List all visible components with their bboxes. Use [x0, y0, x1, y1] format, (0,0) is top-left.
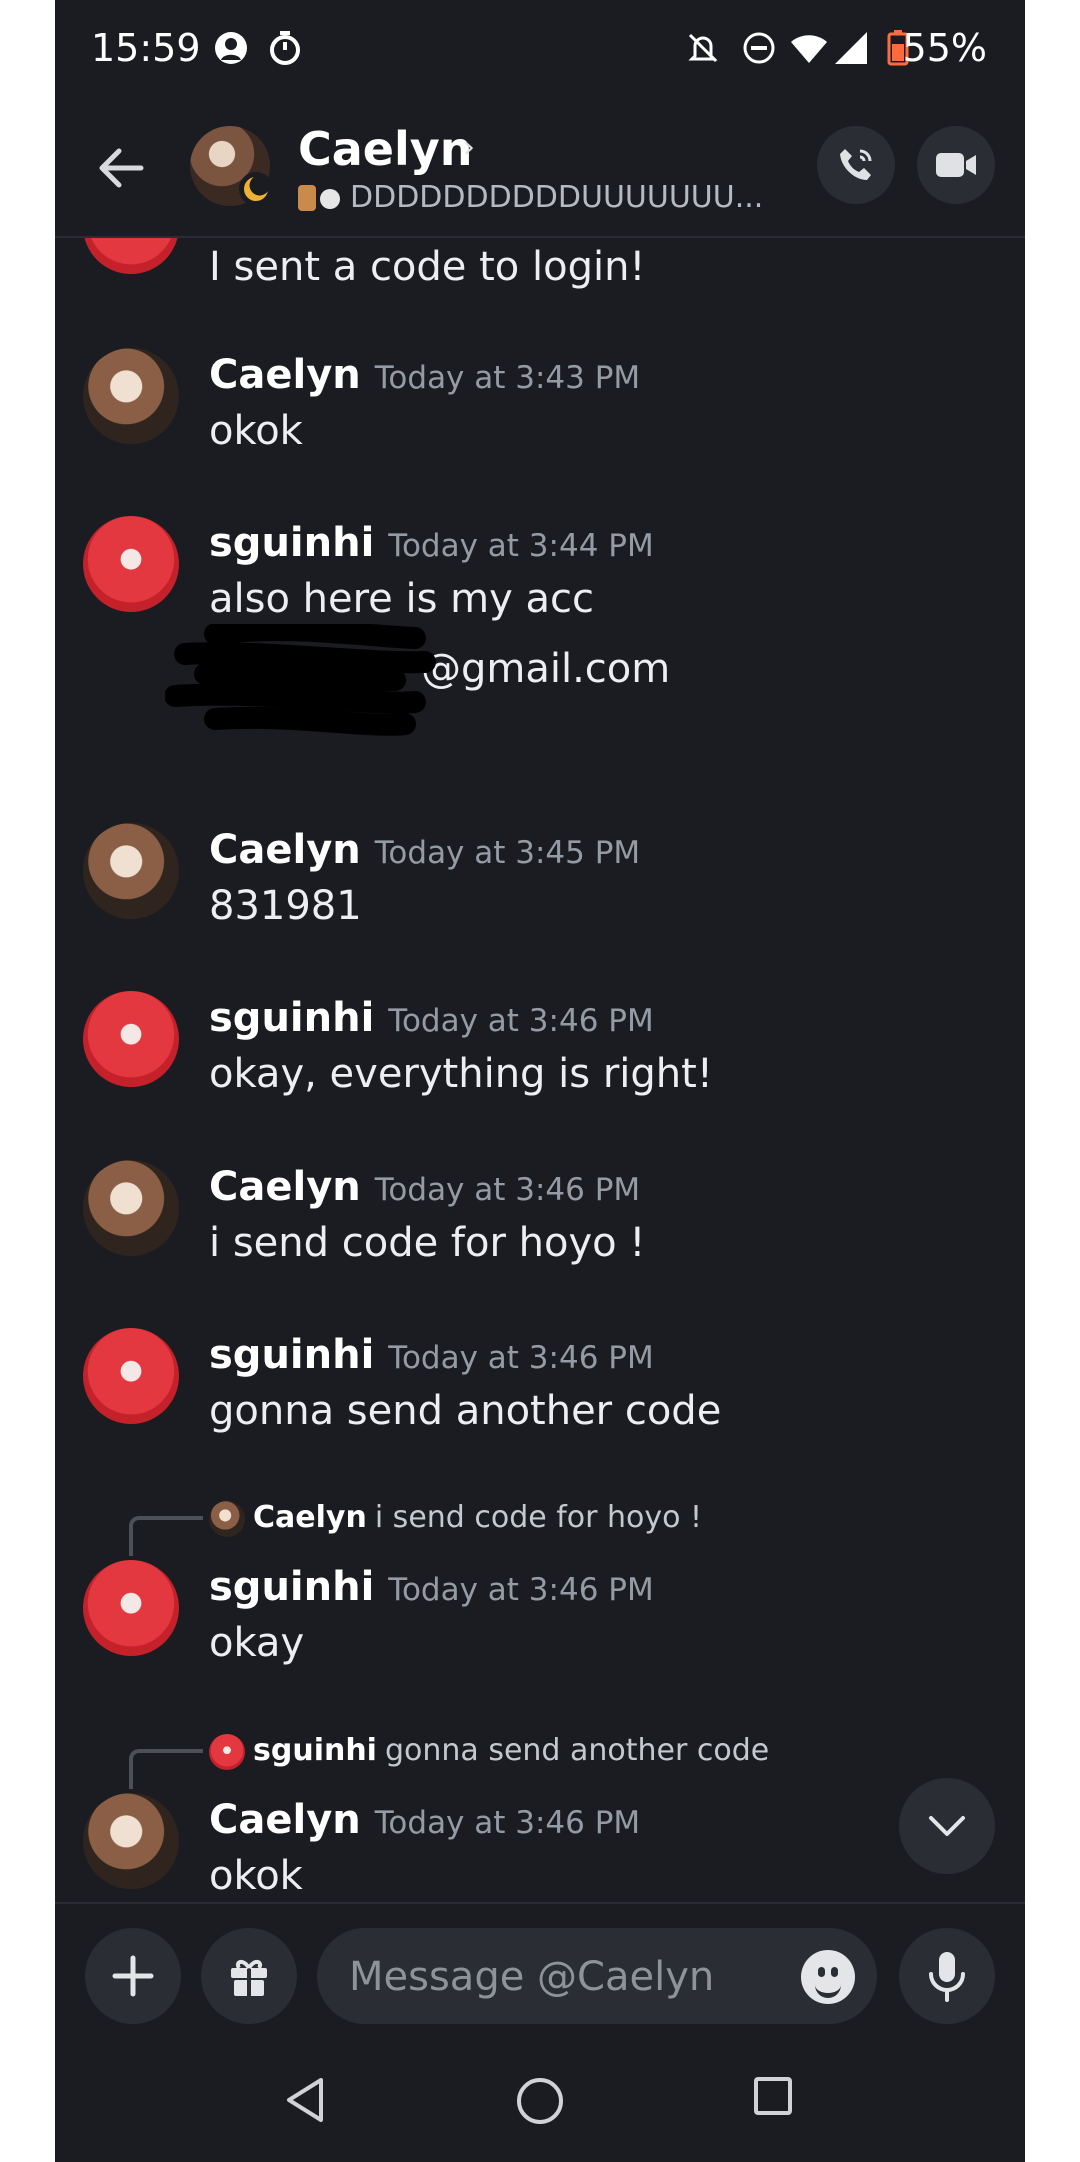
message-text: okay, everything is right!	[209, 1051, 713, 1097]
profile-status-icon	[215, 32, 247, 64]
message-list[interactable]: I sent a code to login! Caelyn Today at 3…	[55, 238, 1025, 1902]
app-screen: 15:59 55% Caelyn › DDDDDDDDDDUUUUUUU... …	[55, 0, 1025, 2162]
message-author[interactable]: sguinhi	[209, 995, 374, 1041]
message-author[interactable]: Caelyn	[209, 352, 361, 398]
back-arrow-icon[interactable]	[95, 142, 147, 194]
message-author[interactable]: Caelyn	[209, 1164, 361, 1210]
avatar[interactable]	[83, 516, 179, 612]
wifi-icon	[791, 35, 827, 63]
emoji-icon[interactable]	[801, 1950, 855, 2004]
idle-moon-icon	[239, 172, 273, 206]
message-timestamp: Today at 3:44 PM	[388, 528, 654, 564]
dm-username[interactable]: Caelyn	[298, 122, 473, 176]
chevron-right-icon[interactable]: ›	[463, 130, 475, 165]
reply-author: Caelyn	[253, 1500, 367, 1535]
avatar[interactable]	[83, 238, 179, 274]
message-text: okok	[209, 408, 303, 454]
status-time: 15:59	[91, 26, 201, 70]
message-timestamp: Today at 3:43 PM	[374, 360, 641, 396]
message-timestamp: Today at 3:46 PM	[388, 1572, 654, 1608]
message-timestamp: Today at 3:46 PM	[388, 1003, 654, 1039]
status-emoji-icon	[298, 185, 316, 211]
message-timestamp: Today at 3:46 PM	[374, 1805, 641, 1841]
reply-preview[interactable]: Caelyn i send code for hoyo !	[209, 1500, 702, 1537]
timer-icon	[270, 31, 300, 65]
message-text: okok	[209, 1853, 303, 1899]
reply-author: sguinhi	[253, 1733, 377, 1768]
avatar[interactable]	[83, 1793, 179, 1889]
avatar[interactable]	[83, 348, 179, 444]
cellular-signal-icon	[835, 32, 867, 64]
message-input[interactable]	[347, 1928, 771, 2026]
voice-message-button[interactable]	[899, 1928, 995, 2024]
avatar[interactable]	[83, 823, 179, 919]
message-text: also here is my acc	[209, 576, 595, 622]
message-text: 831981	[209, 883, 362, 929]
message-author[interactable]: Caelyn	[209, 1797, 361, 1843]
message-text: okay	[209, 1620, 305, 1666]
avatar[interactable]	[83, 1560, 179, 1656]
reply-preview[interactable]: sguinhi gonna send another code	[209, 1733, 769, 1770]
nav-back-icon[interactable]	[283, 2076, 327, 2124]
custom-status-text: DDDDDDDDDDUUUUUUU...	[350, 180, 764, 215]
reply-text: gonna send another code	[384, 1733, 770, 1768]
chevron-down-icon	[929, 1816, 965, 1836]
message-text: I sent a code to login!	[209, 244, 646, 290]
notifications-off-icon	[688, 33, 718, 63]
status-bar: 15:59 55%	[55, 0, 1025, 100]
avatar[interactable]	[83, 1328, 179, 1424]
microphone-icon	[929, 1952, 965, 2002]
reply-avatar	[209, 1501, 245, 1537]
message-text: gonna send another code	[209, 1388, 722, 1434]
gift-icon	[231, 1960, 267, 1996]
avatar[interactable]	[83, 1160, 179, 1256]
message-input-wrapper[interactable]	[317, 1928, 877, 2026]
message-timestamp: Today at 3:46 PM	[374, 1172, 641, 1208]
reply-connector	[129, 1516, 203, 1556]
chat-header: Caelyn › DDDDDDDDDDUUUUUUU...	[55, 100, 1025, 238]
avatar[interactable]	[83, 991, 179, 1087]
custom-status: DDDDDDDDDDUUUUUUU...	[298, 180, 763, 215]
message-author[interactable]: sguinhi	[209, 1564, 374, 1610]
system-nav-bar	[55, 2042, 1025, 2162]
message-author[interactable]: Caelyn	[209, 827, 361, 873]
video-camera-icon	[936, 153, 976, 177]
nav-recents-icon[interactable]	[753, 2076, 793, 2116]
message-author[interactable]: sguinhi	[209, 1332, 374, 1378]
message-text: i send code for hoyo !	[209, 1220, 646, 1266]
reply-avatar	[209, 1734, 245, 1770]
do-not-disturb-icon	[743, 32, 775, 64]
attach-button[interactable]	[85, 1928, 181, 2024]
status-emoji-icon	[320, 189, 340, 209]
message-composer	[55, 1902, 1025, 2044]
message-timestamp: Today at 3:45 PM	[374, 835, 641, 871]
voice-call-button[interactable]	[817, 126, 895, 204]
message-timestamp: Today at 3:46 PM	[388, 1340, 654, 1376]
phone-icon	[840, 149, 872, 180]
reply-connector	[129, 1749, 203, 1789]
gift-button[interactable]	[201, 1928, 297, 2024]
nav-home-icon[interactable]	[515, 2076, 565, 2126]
redaction-scribble	[165, 624, 436, 736]
battery-percent: 55%	[902, 26, 987, 70]
plus-icon	[112, 1955, 154, 1997]
reply-text: i send code for hoyo !	[374, 1500, 703, 1535]
video-call-button[interactable]	[917, 126, 995, 204]
message-author[interactable]: sguinhi	[209, 520, 374, 566]
jump-to-present-button[interactable]	[899, 1778, 995, 1874]
